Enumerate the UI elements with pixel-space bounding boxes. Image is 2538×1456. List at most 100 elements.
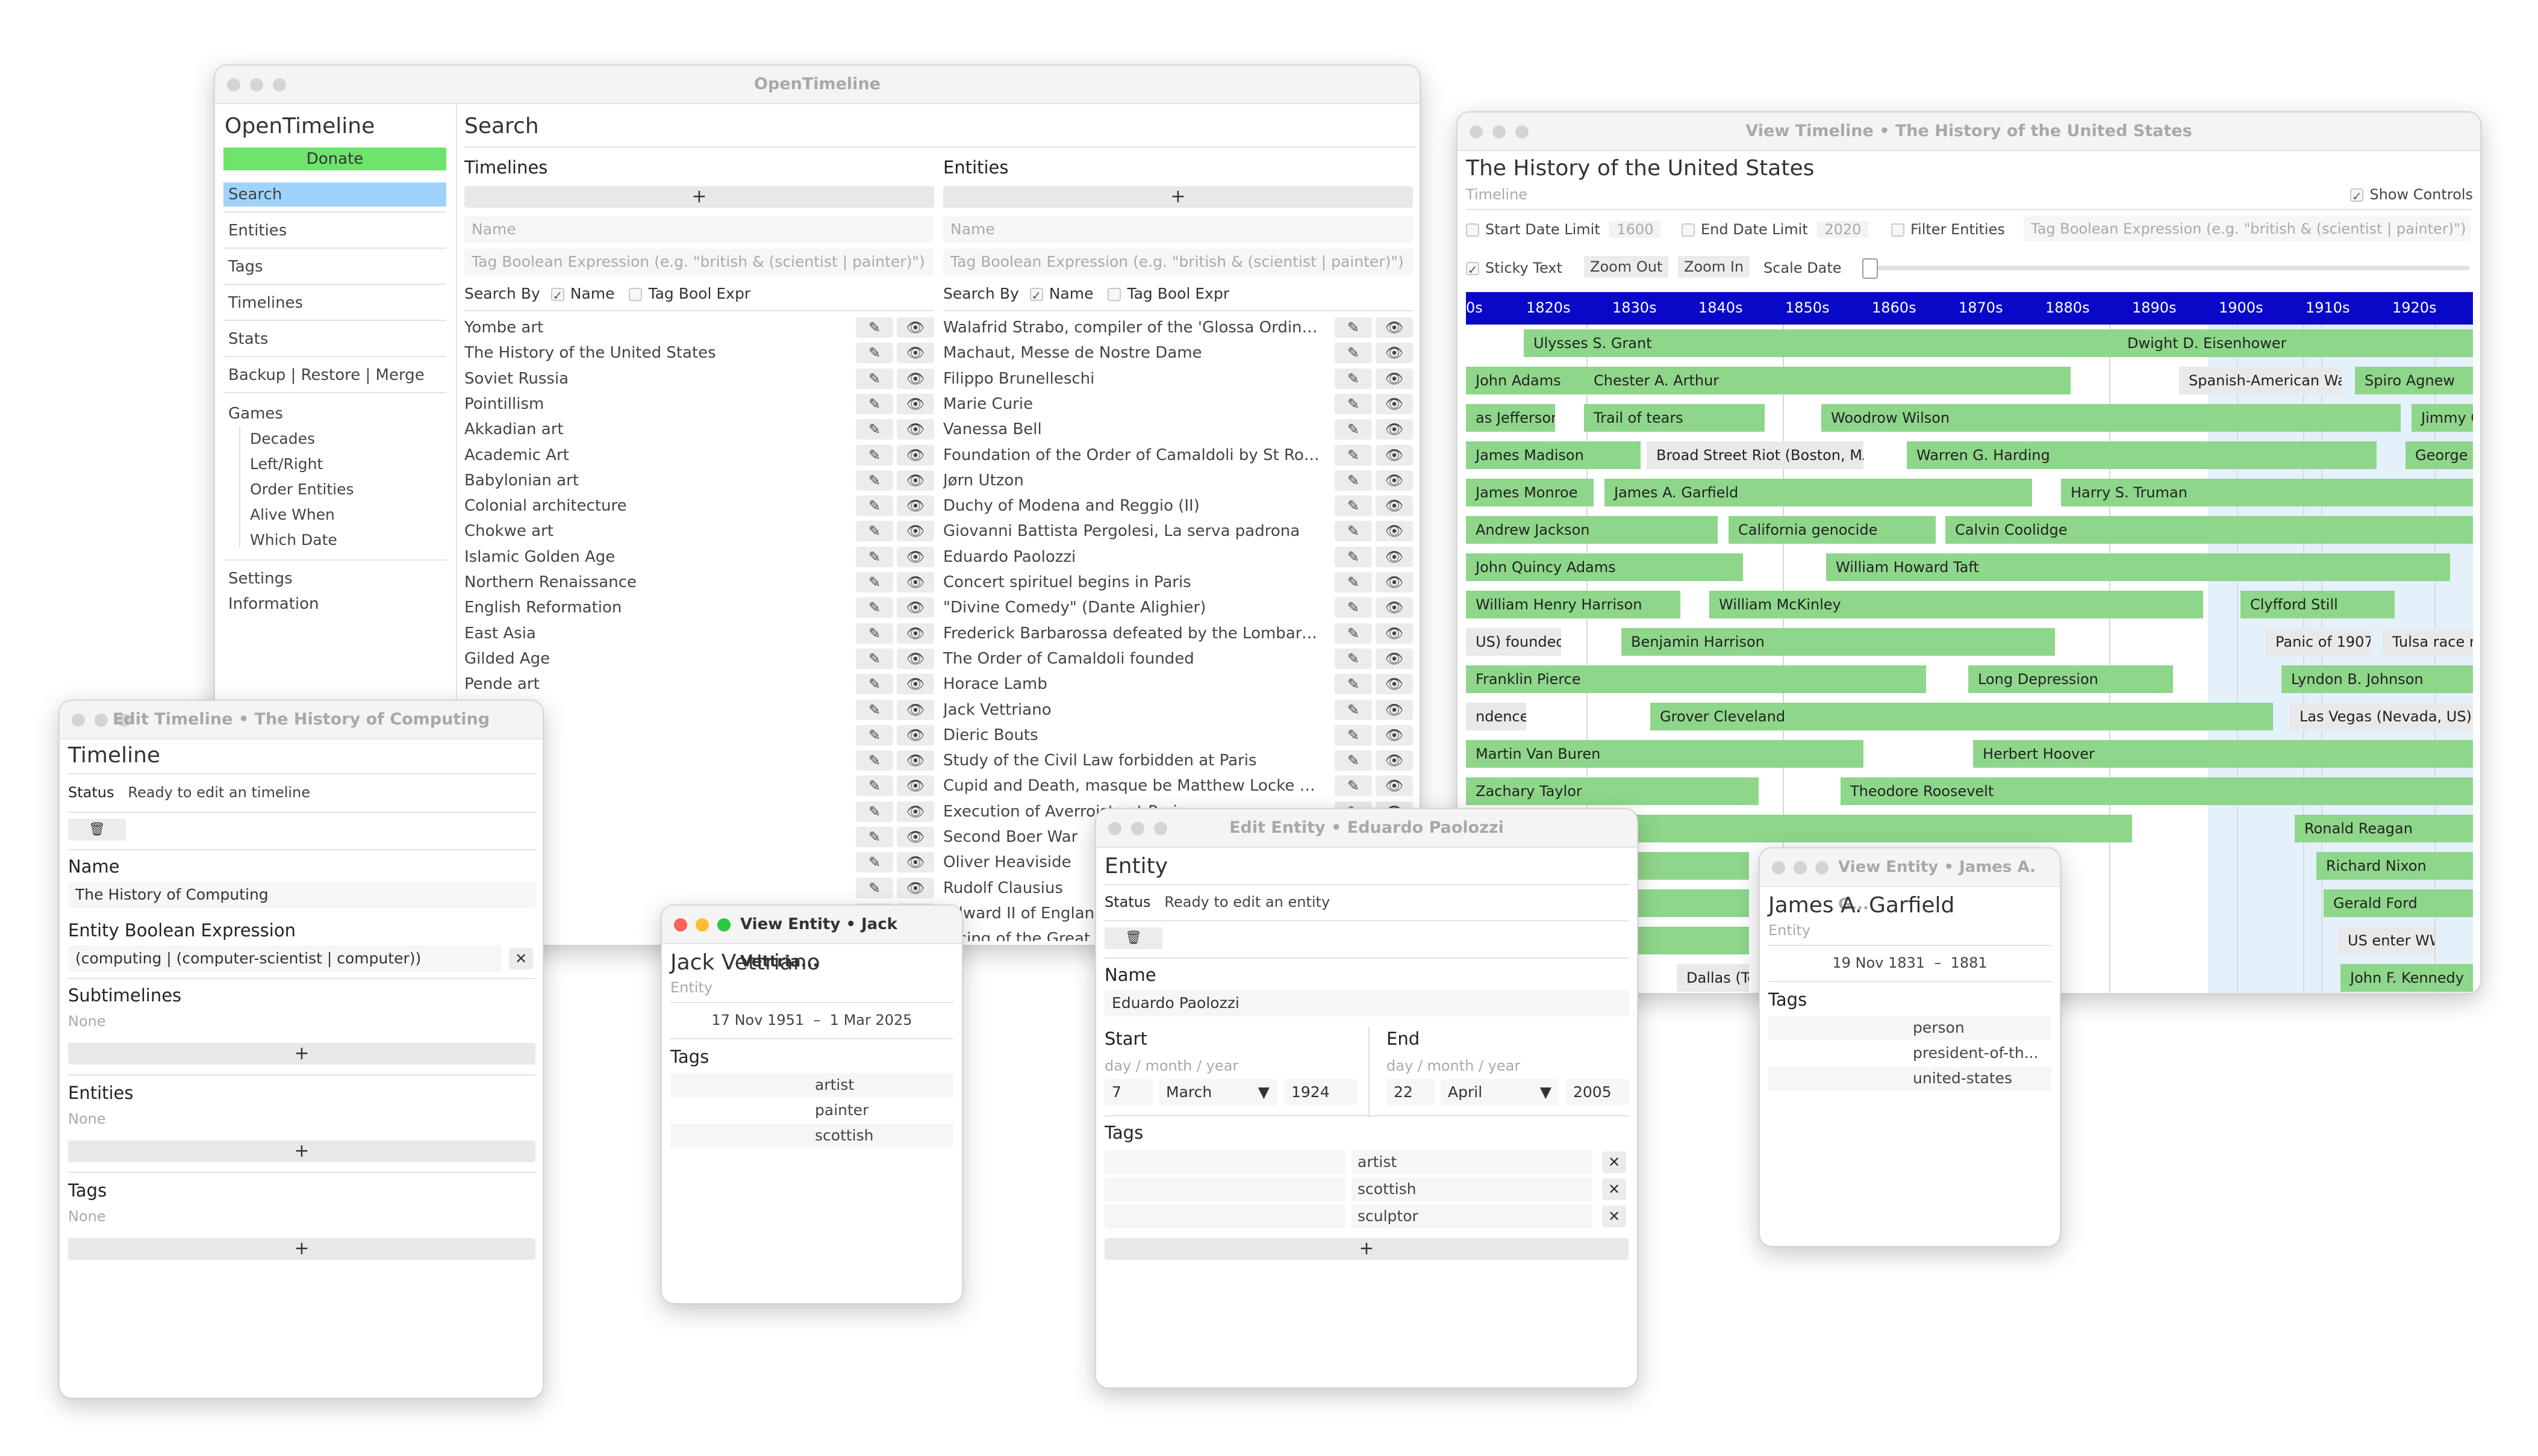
- game-left-right[interactable]: Left/Right: [245, 452, 468, 476]
- edit-icon[interactable]: ✎: [1335, 521, 1372, 542]
- timeline-name[interactable]: Pointillism: [464, 391, 844, 417]
- sidebar-item-entities[interactable]: Entities: [223, 219, 446, 243]
- start-date-limit[interactable]: Start Date Limit 1600: [1466, 221, 1661, 238]
- add-entity-button[interactable]: +: [943, 186, 1413, 208]
- timeline-name[interactable]: Babylonian art: [464, 468, 844, 493]
- edit-icon[interactable]: ✎: [856, 317, 893, 338]
- edit-icon[interactable]: ✎: [1335, 444, 1372, 465]
- scale-date-slider[interactable]: [1867, 266, 2469, 270]
- timeline-name[interactable]: English Reformation: [464, 595, 844, 620]
- view-icon[interactable]: 👁: [897, 827, 934, 847]
- timeline-bar[interactable]: James Monroe: [1466, 479, 1594, 506]
- timeline-name[interactable]: The History of the United States: [464, 340, 844, 366]
- tag-label[interactable]: united-states: [1913, 1066, 2012, 1090]
- timeline-bar[interactable]: Ronald Reagan: [2295, 815, 2473, 842]
- view-icon[interactable]: 👁: [897, 444, 934, 465]
- edit-icon[interactable]: ✎: [856, 827, 893, 847]
- view-icon[interactable]: 👁: [1376, 317, 1413, 338]
- clear-expr-button[interactable]: ✕: [509, 948, 533, 969]
- edit-icon[interactable]: ✎: [856, 623, 893, 644]
- minimize-icon[interactable]: [696, 918, 709, 932]
- game-alive-when[interactable]: Alive When: [245, 503, 468, 527]
- entity-name[interactable]: Vanessa Bell: [943, 417, 1323, 442]
- timeline-bar[interactable]: US enter WWI: [2338, 927, 2434, 954]
- view-icon[interactable]: 👁: [1376, 648, 1413, 669]
- remove-tag-button[interactable]: ✕: [1602, 1206, 1626, 1227]
- timeline-tag-filter-input[interactable]: Tag Boolean Expression (e.g. "british & …: [2024, 216, 2471, 241]
- edit-icon[interactable]: ✎: [1335, 470, 1372, 491]
- view-icon[interactable]: 👁: [1376, 393, 1413, 414]
- entity-name[interactable]: Study of the Civil Law forbidden at Pari…: [943, 748, 1323, 773]
- edit-icon[interactable]: ✎: [1335, 699, 1372, 720]
- timeline-bar[interactable]: Ulysses S. Grant: [1524, 329, 2126, 357]
- view-icon[interactable]: 👁: [1376, 496, 1413, 517]
- edit-icon[interactable]: ✎: [856, 852, 893, 873]
- timeline-bar[interactable]: Calvin Coolidge: [1945, 516, 2473, 544]
- edit-icon[interactable]: ✎: [856, 877, 893, 898]
- view-icon[interactable]: 👁: [897, 699, 934, 720]
- entity-name-field[interactable]: Eduardo Paolozzi: [1105, 990, 1629, 1016]
- view-icon[interactable]: 👁: [897, 572, 934, 593]
- timeline-bar[interactable]: Harry S. Truman: [2061, 479, 2473, 506]
- view-icon[interactable]: 👁: [897, 496, 934, 517]
- entity-name[interactable]: Giovanni Battista Pergolesi, La serva pa…: [943, 518, 1323, 544]
- timeline-bar[interactable]: Broad Street Riot (Boston, MA): [1647, 441, 1863, 469]
- view-icon[interactable]: 👁: [897, 470, 934, 491]
- timeline-bar[interactable]: as Jefferson: [1466, 404, 1555, 432]
- edit-icon[interactable]: ✎: [856, 521, 893, 542]
- timeline-bar[interactable]: Spanish-American War: [2179, 367, 2342, 394]
- timeline-bar[interactable]: Andrew Jackson: [1466, 516, 1718, 544]
- edit-icon[interactable]: ✎: [1335, 724, 1372, 745]
- timeline-name[interactable]: East Asia: [464, 621, 844, 646]
- start-day-field[interactable]: 7: [1105, 1079, 1153, 1106]
- sidebar-item-tags[interactable]: Tags: [223, 255, 446, 279]
- edit-icon[interactable]: ✎: [856, 699, 893, 720]
- remove-tag-button[interactable]: ✕: [1602, 1178, 1626, 1200]
- delete-timeline-button[interactable]: 🗑: [68, 819, 126, 841]
- timeline-bar[interactable]: Clyfford Still: [2240, 591, 2395, 618]
- timeline-name[interactable]: Islamic Golden Age: [464, 544, 844, 570]
- donate-button[interactable]: Donate: [223, 148, 446, 170]
- timeline-bar[interactable]: Jimmy C: [2412, 404, 2473, 432]
- timeline-name[interactable]: Soviet Russia: [464, 366, 844, 391]
- timeline-bar[interactable]: William Henry Harrison: [1466, 591, 1680, 618]
- view-icon[interactable]: 👁: [897, 317, 934, 338]
- timeline-bar[interactable]: Dallas (Tex: [1677, 964, 1749, 992]
- entity-tag-checkbox[interactable]: [1108, 288, 1121, 301]
- view-icon[interactable]: 👁: [897, 546, 934, 567]
- edit-icon[interactable]: ✎: [1335, 674, 1372, 695]
- sidebar-item-backup[interactable]: Backup | Restore | Merge: [223, 363, 446, 387]
- timeline-bar[interactable]: John F. Kennedy: [2340, 964, 2473, 992]
- timeline-bar[interactable]: James A. Garfield: [1604, 479, 2032, 506]
- timeline-name[interactable]: Pende art: [464, 671, 844, 697]
- view-icon[interactable]: 👁: [897, 724, 934, 745]
- end-date-limit[interactable]: End Date Limit 2020: [1682, 221, 1869, 238]
- entity-name[interactable]: Jørn Utzon: [943, 468, 1323, 493]
- entity-name[interactable]: Horace Lamb: [943, 671, 1323, 697]
- timeline-bar[interactable]: Richard Nixon: [2316, 852, 2473, 880]
- entity-name[interactable]: Walafrid Strabo, compiler of the 'Glossa…: [943, 315, 1323, 340]
- edit-icon[interactable]: ✎: [856, 724, 893, 745]
- timeline-bar[interactable]: Dwight D. Eisenhower: [2118, 329, 2473, 357]
- edit-icon[interactable]: ✎: [856, 496, 893, 517]
- edit-icon[interactable]: ✎: [1335, 368, 1372, 389]
- add-tag-button[interactable]: +: [68, 1238, 535, 1260]
- remove-tag-button[interactable]: ✕: [1602, 1151, 1626, 1173]
- timeline-bar[interactable]: Zachary Taylor: [1466, 777, 1759, 805]
- view-icon[interactable]: 👁: [1376, 776, 1413, 797]
- view-icon[interactable]: 👁: [897, 648, 934, 669]
- edit-icon[interactable]: ✎: [1335, 572, 1372, 593]
- sidebar-item-search[interactable]: Search: [223, 182, 446, 207]
- tag-label[interactable]: president-of-th...: [1913, 1041, 2039, 1065]
- view-icon[interactable]: 👁: [897, 343, 934, 364]
- view-icon[interactable]: 👁: [1376, 368, 1413, 389]
- tag-label[interactable]: painter: [815, 1098, 868, 1122]
- timeline-bar[interactable]: Woodrow Wilson: [1821, 404, 2401, 432]
- timeline-bar[interactable]: Tulsa race ma: [2383, 628, 2473, 656]
- timeline-bar[interactable]: ndence): [1466, 703, 1526, 730]
- close-icon[interactable]: [674, 918, 687, 932]
- sidebar-item-timelines[interactable]: Timelines: [223, 291, 446, 315]
- edit-icon[interactable]: ✎: [1335, 393, 1372, 414]
- add-tag-button[interactable]: +: [1105, 1238, 1629, 1260]
- tag-checkbox[interactable]: [629, 288, 643, 301]
